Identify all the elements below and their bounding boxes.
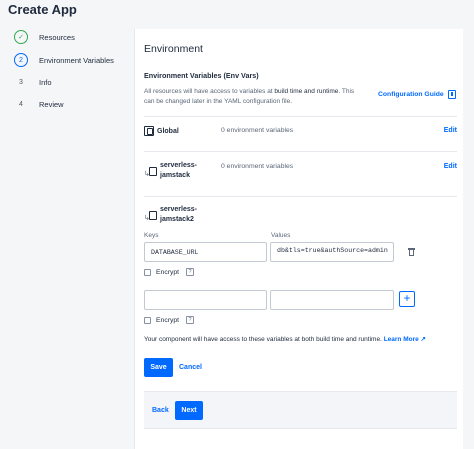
page-title: Create App: [8, 2, 77, 17]
save-button[interactable]: Save: [144, 358, 173, 377]
check-icon: ✓: [14, 30, 28, 44]
step-label: Environment Variables: [39, 55, 114, 65]
step-label: Info: [39, 78, 52, 87]
global-edit-link[interactable]: Edit: [444, 127, 457, 134]
divider: [144, 116, 457, 117]
component-icon: ↳: [144, 167, 158, 179]
keys-label: Keys: [144, 232, 159, 239]
env-vars-description: All resources will have access to variab…: [144, 88, 355, 105]
global-name: Global: [157, 127, 179, 135]
env-value-input[interactable]: db&tls=true&authSource=admin: [270, 242, 394, 262]
help-icon[interactable]: ?: [186, 316, 195, 324]
values-label: Values: [271, 232, 291, 239]
wizard-nav: Back Next: [144, 391, 457, 429]
step-number: 3: [19, 79, 23, 86]
step-review[interactable]: 4 Review: [14, 100, 64, 109]
next-button[interactable]: Next: [175, 401, 203, 420]
encrypt-checkbox[interactable]: [144, 316, 151, 324]
cancel-button[interactable]: Cancel: [179, 364, 202, 371]
step-environment-variables[interactable]: 2 Environment Variables: [14, 53, 114, 67]
global-row: Global 0 environment variables Edit: [144, 125, 457, 137]
configuration-guide-link[interactable]: Configuration Guide: [378, 90, 456, 99]
learn-more-link[interactable]: Learn More ↗: [384, 336, 426, 343]
new-value-input[interactable]: [270, 290, 394, 310]
step-resources[interactable]: ✓ Resources: [14, 30, 75, 44]
step-label: Resources: [39, 32, 75, 42]
divider: [144, 151, 457, 152]
book-icon: [447, 90, 456, 99]
encrypt-option: Encrypt ?: [144, 268, 195, 276]
service-row: ↳ serverless-jamstack 0 environment vari…: [144, 161, 457, 185]
trash-icon[interactable]: [408, 248, 415, 256]
encrypt-label: Encrypt: [156, 268, 180, 276]
service-row: ↳ serverless-jamstack2: [144, 205, 457, 229]
step-number: 2: [14, 53, 28, 67]
globe-icon: [144, 126, 154, 136]
step-label: Review: [39, 100, 64, 109]
service-count: 0 environment variables: [221, 163, 294, 170]
env-vars-title: Environment Variables (Env Vars): [144, 71, 259, 80]
global-count: 0 environment variables: [221, 127, 294, 134]
section-heading: Environment: [144, 43, 203, 55]
back-button[interactable]: Back: [152, 407, 169, 414]
main-panel: Environment Environment Variables (Env V…: [134, 29, 463, 449]
step-info[interactable]: 3 Info: [14, 78, 52, 87]
component-icon: ↳: [144, 211, 158, 223]
encrypt-option: Encrypt ?: [144, 316, 195, 324]
help-icon[interactable]: ?: [186, 268, 195, 276]
env-vars-note: Your component will have access to these…: [144, 336, 426, 343]
service-edit-link[interactable]: Edit: [444, 163, 457, 170]
new-key-input[interactable]: [144, 290, 267, 310]
add-variable-button[interactable]: +: [399, 291, 415, 307]
divider: [144, 196, 457, 197]
step-number: 4: [19, 101, 23, 108]
encrypt-checkbox[interactable]: [144, 268, 151, 276]
service-name: serverless-jamstack2: [160, 206, 197, 223]
env-key-input[interactable]: DATABASE_URL: [144, 242, 267, 262]
service-name: serverless-jamstack: [160, 162, 197, 179]
encrypt-label: Encrypt: [156, 316, 180, 324]
